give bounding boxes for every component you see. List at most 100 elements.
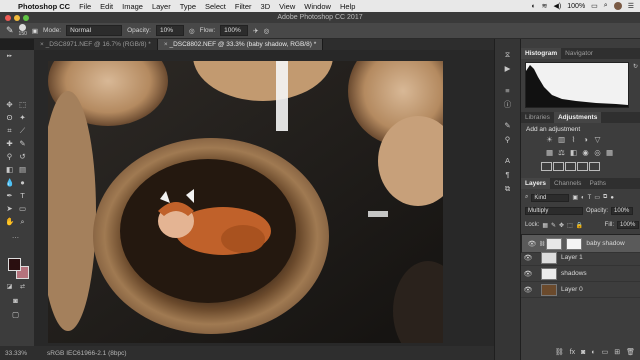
lock-image-icon[interactable]: ✎ bbox=[551, 222, 556, 229]
character-panel-icon[interactable]: A bbox=[503, 156, 512, 165]
gradient-tool-icon[interactable]: ▤ bbox=[18, 165, 27, 174]
tab-paths[interactable]: Paths bbox=[585, 178, 610, 189]
brush-settings-icon[interactable]: ✎ bbox=[503, 121, 512, 130]
photo-filter-icon[interactable]: ◉ bbox=[581, 148, 590, 157]
paragraph-panel-icon[interactable]: ¶ bbox=[503, 170, 512, 179]
color-profile[interactable]: sRGB IEC61966-2.1 (8bpc) bbox=[47, 350, 126, 357]
close-window-button[interactable] bbox=[5, 15, 11, 21]
menu-help[interactable]: Help bbox=[340, 2, 355, 11]
brightness-contrast-icon[interactable]: ☀ bbox=[545, 135, 554, 144]
screen-mode-icon[interactable]: ▢ bbox=[11, 310, 20, 319]
tab-navigator[interactable]: Navigator bbox=[561, 48, 597, 59]
tab-libraries[interactable]: Libraries bbox=[521, 112, 554, 123]
posterize-icon[interactable] bbox=[553, 162, 564, 171]
menu-type[interactable]: Type bbox=[180, 2, 196, 11]
layer-mask-thumbnail[interactable] bbox=[566, 237, 583, 250]
marquee-tool-icon[interactable]: ⬚ bbox=[18, 100, 27, 109]
menu-view[interactable]: View bbox=[279, 2, 295, 11]
menu-window[interactable]: Window bbox=[304, 2, 331, 11]
menu-select[interactable]: Select bbox=[205, 2, 226, 11]
filter-smart-object-icon[interactable]: ⧉ bbox=[603, 194, 607, 201]
search-icon[interactable]: ⌕ bbox=[604, 2, 608, 10]
link-layers-icon[interactable]: ⛓ bbox=[555, 348, 564, 356]
pressure-size-icon[interactable]: ◎ bbox=[264, 27, 270, 35]
gradient-map-icon[interactable] bbox=[577, 162, 588, 171]
layer-row[interactable]: 👁 shadows bbox=[521, 266, 640, 282]
black-white-icon[interactable]: ◧ bbox=[569, 148, 578, 157]
delete-layer-icon[interactable]: 🗑 bbox=[626, 348, 635, 356]
eye-icon[interactable]: 👁 bbox=[521, 286, 535, 294]
quick-select-tool-icon[interactable]: ✦ bbox=[18, 113, 27, 122]
clone-stamp-tool-icon[interactable]: ⚲ bbox=[5, 152, 14, 161]
opacity-field[interactable]: 10% bbox=[155, 25, 184, 36]
brush-panel-icon[interactable]: ▣ bbox=[32, 27, 38, 35]
history-brush-tool-icon[interactable]: ↺ bbox=[18, 152, 27, 161]
menu-layer[interactable]: Layer bbox=[152, 2, 171, 11]
dodge-tool-icon[interactable]: ● bbox=[18, 178, 27, 187]
blend-mode-select[interactable]: Multiply bbox=[525, 207, 583, 215]
tab-layers[interactable]: Layers bbox=[521, 178, 550, 189]
color-balance-icon[interactable]: ⚖ bbox=[557, 148, 566, 157]
hand-tool-icon[interactable]: ✋ bbox=[5, 217, 14, 226]
curves-icon[interactable]: ⌇ bbox=[569, 135, 578, 144]
filter-type-icon[interactable]: T bbox=[588, 195, 592, 201]
zoom-window-button[interactable] bbox=[23, 15, 29, 21]
toolbar-collapse-icon[interactable]: ▸▸ bbox=[5, 52, 14, 61]
clone-source-icon[interactable]: ⚲ bbox=[503, 135, 512, 144]
brush-tool-icon[interactable]: ✎ bbox=[18, 139, 27, 148]
wifi-icon[interactable]: ≋ bbox=[542, 2, 548, 10]
tab-dsc8802[interactable]: × _DSC8802.NEF @ 33.3% (baby shadow, RGB… bbox=[157, 39, 324, 50]
menu-edit[interactable]: Edit bbox=[100, 2, 113, 11]
sync-icon[interactable]: ◐ bbox=[531, 3, 535, 10]
zoom-tool-icon[interactable]: ⌕ bbox=[18, 217, 27, 226]
filter-kind-select[interactable]: Kind bbox=[531, 193, 570, 202]
exposure-icon[interactable]: ◑ bbox=[581, 135, 590, 144]
menu-image[interactable]: Image bbox=[122, 2, 143, 11]
selective-color-icon[interactable] bbox=[589, 162, 600, 171]
crop-tool-icon[interactable]: ⌗ bbox=[5, 126, 14, 135]
layer-row[interactable]: 👁 Layer 1 bbox=[521, 250, 640, 266]
history-panel-icon[interactable]: ⧖ bbox=[503, 50, 512, 59]
properties-panel-icon[interactable]: ≡ bbox=[503, 86, 512, 95]
pen-tool-icon[interactable]: ✒ bbox=[5, 191, 14, 200]
glyphs-panel-icon[interactable]: ⧉ bbox=[503, 184, 512, 193]
zoom-level[interactable]: 33.33% bbox=[5, 350, 27, 357]
foreground-color-swatch[interactable] bbox=[8, 258, 21, 271]
user-avatar[interactable] bbox=[613, 2, 622, 10]
airbrush-icon[interactable]: ✈ bbox=[253, 27, 258, 35]
new-group-icon[interactable]: ▭ bbox=[602, 348, 609, 356]
healing-brush-tool-icon[interactable]: ✚ bbox=[5, 139, 14, 148]
eye-icon[interactable]: 👁 bbox=[525, 240, 539, 248]
lock-artboard-icon[interactable]: ⬚ bbox=[567, 222, 573, 229]
levels-icon[interactable]: ▥ bbox=[557, 135, 566, 144]
layer-row[interactable]: 👁 Layer 0 bbox=[521, 282, 640, 298]
tab-adjustments[interactable]: Adjustments bbox=[553, 112, 602, 123]
eyedropper-tool-icon[interactable]: ⟋ bbox=[18, 126, 27, 135]
lasso-tool-icon[interactable]: ʘ bbox=[5, 113, 14, 122]
vibrance-icon[interactable]: ▽ bbox=[593, 135, 602, 144]
tab-histogram[interactable]: Histogram bbox=[521, 48, 562, 59]
menu-file[interactable]: File bbox=[79, 2, 91, 11]
blur-tool-icon[interactable]: 💧 bbox=[5, 178, 14, 187]
new-layer-icon[interactable]: ⊞ bbox=[614, 348, 620, 356]
brush-tool-preset-icon[interactable]: ✎ bbox=[6, 25, 14, 36]
notification-icon[interactable]: ☰ bbox=[628, 2, 634, 10]
flow-field[interactable]: 100% bbox=[220, 25, 249, 36]
volume-icon[interactable]: ◀) bbox=[554, 2, 562, 10]
lock-position-icon[interactable]: ✥ bbox=[559, 222, 564, 229]
menu-filter[interactable]: Filter bbox=[235, 2, 252, 11]
app-menu[interactable]: Photoshop CC bbox=[18, 2, 70, 11]
default-colors-icon[interactable]: ◪ bbox=[5, 283, 14, 292]
minimize-window-button[interactable] bbox=[14, 15, 20, 21]
battery-icon[interactable]: ▭ bbox=[591, 2, 598, 10]
new-adjustment-layer-icon[interactable]: ◐ bbox=[591, 349, 595, 356]
tab-channels[interactable]: Channels bbox=[550, 178, 585, 189]
color-lookup-icon[interactable]: ▦ bbox=[605, 148, 614, 157]
eye-icon[interactable]: 👁 bbox=[521, 254, 535, 262]
move-tool-icon[interactable]: ✥ bbox=[5, 100, 14, 109]
menu-3d[interactable]: 3D bbox=[261, 2, 271, 11]
layer-style-icon[interactable]: fx bbox=[570, 349, 575, 356]
histogram-refresh-icon[interactable]: ↻ bbox=[631, 63, 640, 72]
brush-preset-picker[interactable]: 150 bbox=[19, 24, 27, 37]
filter-adjustment-icon[interactable]: ◐ bbox=[581, 195, 585, 201]
